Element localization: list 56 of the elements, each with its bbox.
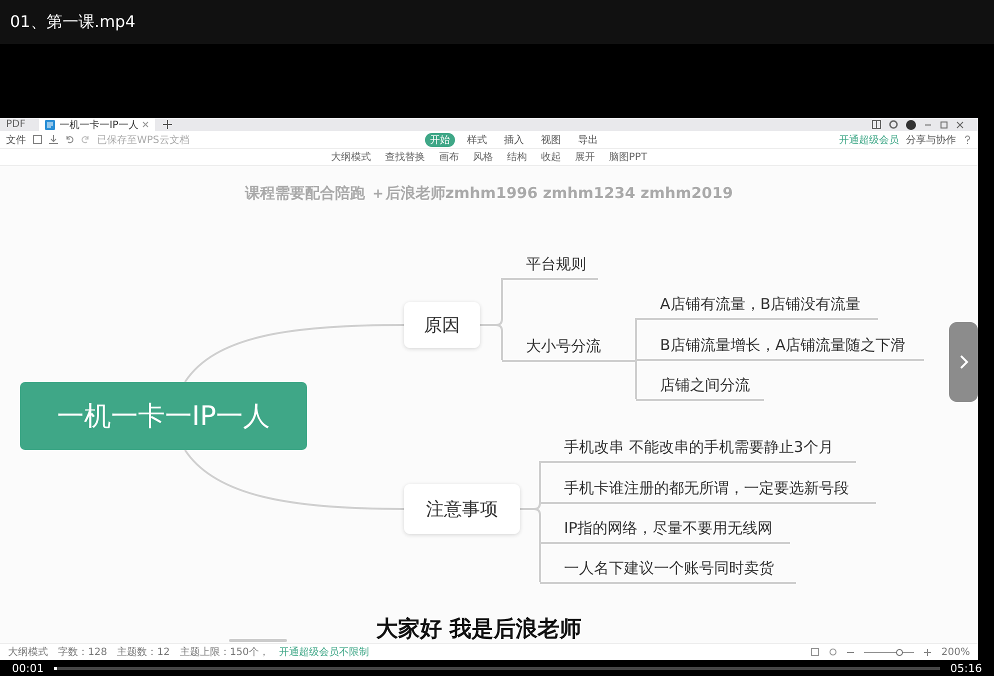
maximize-icon[interactable]	[940, 120, 948, 128]
subtopic-label[interactable]: 大小号分流	[502, 336, 636, 362]
subtopic-label[interactable]: 店铺之间分流	[636, 375, 764, 401]
next-button[interactable]	[949, 322, 978, 402]
fit-icon[interactable]	[811, 648, 820, 656]
topic-node[interactable]: 注意事项	[404, 484, 520, 534]
toolbar-button[interactable]: 展开	[574, 150, 595, 164]
duration: 05:16	[950, 662, 982, 674]
menu-tab[interactable]: 视图	[536, 132, 566, 146]
status-text: 主题上限：150个，	[180, 646, 269, 659]
toolbar-button[interactable]: 查找替换	[384, 150, 425, 164]
toolbar-button[interactable]: 画布	[438, 150, 459, 164]
save-status: 已保存至WPS云文档	[97, 134, 190, 146]
share-button[interactable]: 分享与协作	[906, 132, 956, 146]
status-text: 主题数：12	[117, 646, 170, 659]
status-text: 大纲模式	[8, 646, 48, 659]
close-icon[interactable]	[142, 121, 150, 128]
subtopic-label[interactable]: A店铺有流量，B店铺没有流量	[636, 294, 878, 320]
toolbar-button[interactable]: 收起	[540, 150, 561, 164]
save-icon[interactable]	[33, 135, 42, 144]
status-text: 字数：128	[58, 646, 108, 659]
connector-line	[480, 324, 503, 360]
menu-tab[interactable]: 插入	[499, 132, 530, 146]
subtopic-label[interactable]: 手机卡谁注册的都无所谓，一定要选新号段	[540, 478, 876, 504]
subtopic-label[interactable]: B店铺流量增长，A店铺流量随之下滑	[636, 335, 924, 361]
add-tab-icon[interactable]	[163, 120, 172, 129]
video-subtitle: 大家好 我是后浪老师	[376, 616, 582, 643]
close-icon[interactable]	[956, 120, 964, 128]
document-tab[interactable]: PDF	[0, 118, 32, 131]
menu-tab[interactable]: 导出	[573, 132, 604, 146]
toolbar-button[interactable]: 结构	[506, 150, 527, 164]
zoom-in-icon[interactable]	[924, 648, 932, 656]
chevron-right-icon	[958, 354, 968, 370]
progress-bar[interactable]	[54, 666, 940, 670]
subtopic-label[interactable]: 平台规则	[502, 254, 598, 280]
layout-icon[interactable]	[872, 120, 881, 129]
toolbar-button[interactable]: 脑图PPT	[608, 150, 648, 164]
topic-node[interactable]: 原因	[404, 302, 480, 348]
course-caption: 课程需要配合陪跑 ＋后浪老师zmhm1996 zmhm1234 zmhm2019	[244, 184, 734, 203]
current-time: 00:01	[12, 662, 44, 674]
subtopic-label[interactable]: 一人名下建议一个账号同时卖货	[540, 558, 796, 584]
file-menu[interactable]: 文件	[6, 132, 26, 146]
download-icon[interactable]	[49, 135, 58, 144]
menu-tab[interactable]: 样式	[462, 132, 492, 146]
subtopic-label[interactable]: 手机改串 不能改串的手机需要静止3个月	[540, 437, 856, 463]
avatar-icon[interactable]	[906, 120, 916, 130]
video-title: 01、第一课.mp4	[10, 12, 136, 32]
document-tab[interactable]: 一机一卡一IP一人	[39, 118, 156, 131]
subtopic-label[interactable]: IP指的网络，尽量不要用无线网	[540, 518, 790, 544]
scrollbar[interactable]	[229, 639, 287, 642]
toolbar-button[interactable]: 大纲模式	[330, 150, 371, 164]
undo-icon[interactable]	[65, 135, 74, 144]
zoom-level: 200%	[941, 646, 970, 658]
toolbar-button[interactable]: 风格	[472, 150, 493, 164]
help-icon[interactable]	[963, 135, 972, 144]
redo-icon[interactable]	[81, 135, 90, 144]
